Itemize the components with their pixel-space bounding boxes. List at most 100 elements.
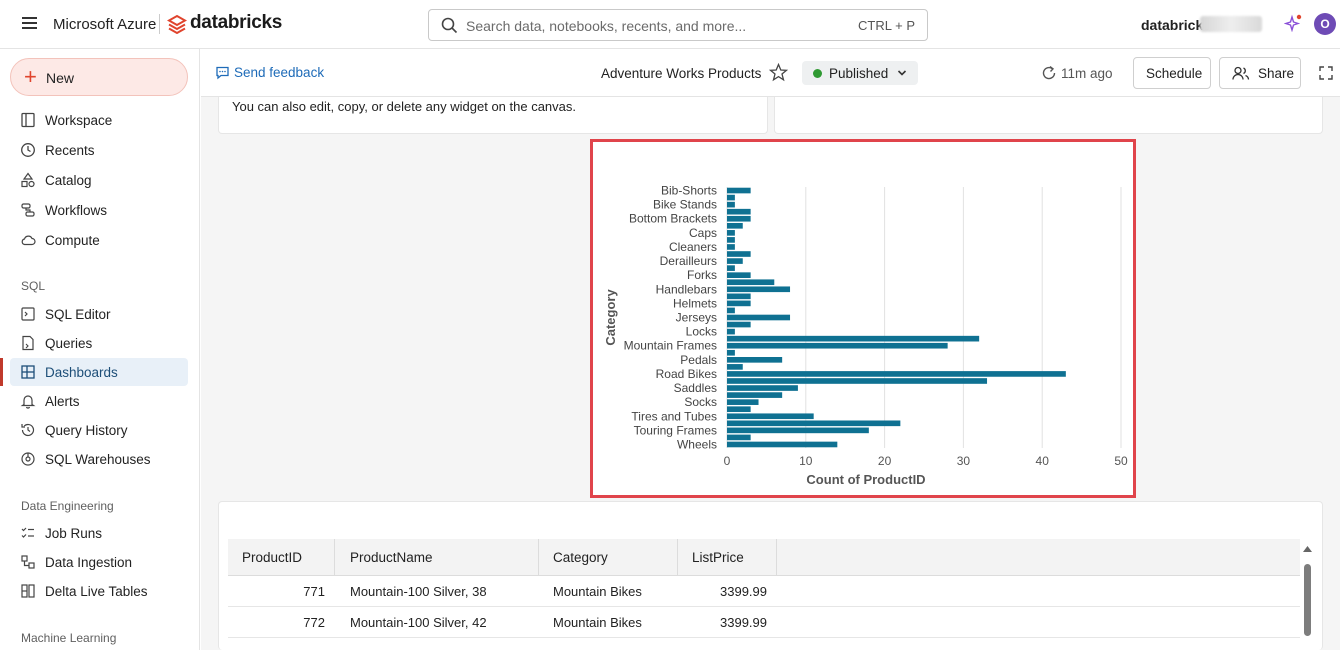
cloud-icon	[21, 235, 36, 246]
sidebar-item-compute[interactable]: Compute	[10, 226, 188, 254]
bar	[727, 208, 751, 215]
bar	[727, 385, 798, 391]
avatar[interactable]: O	[1314, 13, 1336, 35]
sidebar-item-job-runs[interactable]: Job Runs	[10, 519, 188, 547]
y-tick-label: Saddles	[674, 381, 717, 395]
y-tick-label: Mountain Frames	[624, 339, 717, 353]
text-widget[interactable]: You can also edit, copy, or delete any w…	[218, 97, 768, 134]
bar	[727, 349, 735, 356]
column-divider[interactable]	[334, 539, 335, 576]
feedback-icon	[216, 66, 229, 80]
sidebar-item-dashboards[interactable]: Dashboards	[10, 358, 188, 386]
sidebar-item-workflows[interactable]: Workflows	[10, 196, 188, 224]
databricks-logo-icon[interactable]	[166, 14, 188, 37]
column-header-listprice[interactable]: ListPrice	[692, 550, 744, 565]
sidebar-item-label: Compute	[45, 233, 100, 248]
x-tick-label: 50	[1114, 454, 1128, 468]
x-tick-label: 40	[1036, 454, 1050, 468]
y-tick-label: Handlebars	[656, 282, 717, 296]
sidebar-item-label: Workflows	[45, 203, 108, 218]
scroll-up-arrow-icon[interactable]	[1302, 544, 1313, 553]
bar	[727, 413, 814, 420]
share-people-icon	[1232, 66, 1250, 80]
table-row[interactable]: 771 Mountain-100 Silver, 38 Mountain Bik…	[228, 576, 1300, 607]
dashboard-toolbar: Send feedback Adventure Works Products P…	[201, 49, 1340, 97]
brand-divider	[159, 14, 160, 34]
clock-icon	[21, 143, 35, 157]
cell-productid: 771	[303, 584, 325, 599]
sidebar-item-sql-editor[interactable]: SQL Editor	[10, 300, 188, 328]
sidebar-item-label: Workspace	[45, 113, 113, 128]
job-runs-icon	[21, 527, 34, 538]
table-scrollbar-thumb[interactable]	[1304, 564, 1311, 636]
sidebar-item-label: Catalog	[45, 173, 92, 188]
menu-icon[interactable]	[22, 17, 37, 29]
bar-chart-widget[interactable]: 0 10 20 30 40 50 Bib-Shorts Bike Stands Bottom B…	[590, 139, 1136, 498]
x-tick-label: 30	[957, 454, 971, 468]
sidebar-item-sql-warehouses[interactable]: SQL Warehouses	[10, 445, 188, 473]
y-tick-label: Touring Frames	[634, 423, 717, 437]
sidebar-item-catalog[interactable]: Catalog	[10, 166, 188, 194]
search-input[interactable]: Search data, notebooks, recents, and mor…	[428, 9, 928, 41]
refresh-icon[interactable]	[1041, 65, 1057, 81]
bar	[727, 328, 735, 335]
bar	[727, 357, 783, 363]
sidebar-item-label: Data Ingestion	[45, 555, 133, 570]
sidebar-item-query-history[interactable]: Query History	[10, 416, 188, 444]
products-table-widget[interactable]: ProductID ProductName Category ListPrice…	[218, 501, 1323, 650]
bar	[727, 399, 759, 405]
cell-category: Mountain Bikes	[553, 615, 642, 630]
column-divider[interactable]	[677, 539, 678, 576]
section-heading-sql: SQL	[21, 279, 46, 293]
y-tick-label: Forks	[687, 268, 717, 282]
y-tick-label: Caps	[689, 226, 717, 240]
bar	[727, 272, 751, 278]
brand-databricks[interactable]: databricks	[190, 12, 282, 34]
table-row[interactable]: 772 Mountain-100 Silver, 42 Mountain Bik…	[228, 607, 1300, 638]
sidebar-item-label: Delta Live Tables	[45, 584, 148, 599]
main-content: Send feedback Adventure Works Products P…	[201, 49, 1340, 650]
bar	[727, 364, 743, 370]
cell-category: Mountain Bikes	[553, 584, 642, 599]
fullscreen-icon[interactable]	[1318, 65, 1334, 81]
y-tick-label: Helmets	[673, 296, 717, 310]
section-heading-data-engineering: Data Engineering	[21, 499, 114, 513]
column-header-category[interactable]: Category	[553, 550, 608, 565]
publish-status-dropdown[interactable]: Published	[802, 61, 918, 85]
column-header-productid[interactable]: ProductID	[242, 550, 302, 565]
bar	[727, 335, 980, 342]
bar	[727, 265, 735, 271]
cell-listprice: 3399.99	[720, 584, 767, 599]
bar	[727, 187, 751, 194]
bar	[727, 244, 735, 250]
y-tick-label: Bib-Shorts	[661, 184, 717, 198]
bar	[727, 279, 775, 286]
y-tick-label: Jerseys	[676, 311, 717, 325]
sidebar-item-recents[interactable]: Recents	[10, 136, 188, 164]
warehouse-icon	[21, 452, 35, 466]
bar	[727, 378, 988, 384]
dashboard-title[interactable]: Adventure Works Products	[601, 66, 761, 81]
star-icon[interactable]	[768, 62, 789, 85]
y-axis-title: Category	[603, 289, 618, 346]
column-divider[interactable]	[538, 539, 539, 576]
sidebar-item-workspace[interactable]: Workspace	[10, 106, 188, 134]
column-header-productname[interactable]: ProductName	[350, 550, 433, 565]
new-button[interactable]: + New	[10, 58, 188, 96]
bar	[727, 371, 1066, 377]
send-feedback-link[interactable]: Send feedback	[215, 65, 324, 80]
bar	[727, 215, 751, 222]
bar	[727, 251, 751, 257]
assistant-sparkle-icon[interactable]	[1283, 14, 1302, 35]
sidebar-item-alerts[interactable]: Alerts	[10, 387, 188, 415]
sidebar-item-delta-live-tables[interactable]: Delta Live Tables	[10, 577, 188, 605]
bar	[727, 194, 735, 201]
bar	[727, 307, 735, 314]
x-tick-label: 0	[724, 454, 731, 468]
schedule-button[interactable]: Schedule	[1133, 57, 1211, 89]
empty-widget[interactable]	[774, 97, 1323, 134]
share-button[interactable]: Share	[1219, 57, 1301, 89]
sidebar-item-data-ingestion[interactable]: Data Ingestion	[10, 548, 188, 576]
sidebar-item-queries[interactable]: Queries	[10, 329, 188, 357]
column-divider[interactable]	[776, 539, 777, 576]
